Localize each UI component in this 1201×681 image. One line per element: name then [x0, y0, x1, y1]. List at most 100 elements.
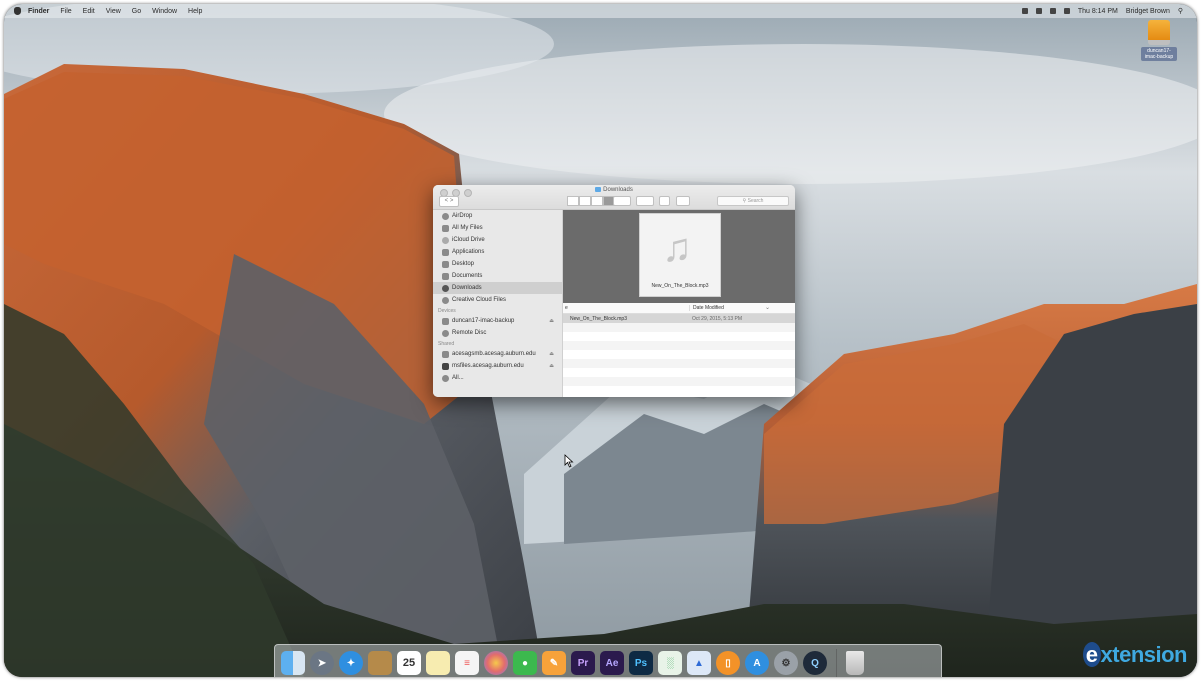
- icon-view-button[interactable]: [567, 196, 579, 206]
- list-view-button[interactable]: [579, 196, 591, 206]
- menu-file[interactable]: File: [60, 8, 71, 15]
- finder-titlebar[interactable]: Downloads < > ⚲ Search: [433, 185, 795, 210]
- dock-premiere-icon[interactable]: Pr: [571, 651, 595, 675]
- dock-facetime-icon[interactable]: ●: [513, 651, 537, 675]
- window-title: Downloads: [433, 187, 795, 193]
- file-row[interactable]: New_On_The_Block.mp3 Oct 29, 2015, 5:13 …: [563, 314, 795, 323]
- menu-edit[interactable]: Edit: [83, 8, 95, 15]
- eject-icon[interactable]: ⏏: [549, 351, 554, 357]
- search-field[interactable]: ⚲ Search: [717, 196, 789, 206]
- dock-photos-icon[interactable]: [484, 651, 508, 675]
- empty-row: [563, 341, 795, 350]
- tags-button[interactable]: [676, 196, 690, 206]
- extension-logo-mark: e: [1082, 642, 1101, 667]
- desktop-drive-label: duncan17-imac-backup: [1141, 47, 1177, 61]
- dock-safari-icon[interactable]: ✦: [339, 651, 363, 675]
- sidebar-item-airdrop[interactable]: AirDrop: [433, 210, 562, 222]
- dock: ➤ ✦ 25 ≡ ● ✎ Pr Ae Ps ░ ▲ ▯ A ⚙ Q: [274, 644, 942, 677]
- empty-row: [563, 332, 795, 341]
- sidebar-item-all-network[interactable]: All...: [433, 372, 562, 384]
- chevron-down-icon[interactable]: ⌄: [765, 304, 770, 311]
- file-list-header: e Date Modified ⌄: [563, 303, 795, 314]
- dock-app-store-icon[interactable]: A: [745, 651, 769, 675]
- empty-row: [563, 359, 795, 368]
- finder-content: ♫ New_On_The_Block.mp3 e Date Modified ⌄…: [563, 210, 795, 397]
- cloud-icon: [442, 236, 449, 244]
- server-icon: [442, 362, 449, 370]
- desktop-icon: [442, 260, 449, 268]
- sidebar-item-remote-disc[interactable]: Remote Disc: [433, 327, 562, 339]
- sidebar-header-shared: Shared: [438, 341, 455, 347]
- applications-icon: [442, 248, 449, 256]
- dock-after-effects-icon[interactable]: Ae: [600, 651, 624, 675]
- column-name-header[interactable]: e: [565, 305, 568, 311]
- cover-flow-preview[interactable]: ♫ New_On_The_Block.mp3: [563, 210, 795, 303]
- dock-ibooks-icon[interactable]: ▯: [716, 651, 740, 675]
- airdrop-icon: [442, 212, 449, 220]
- apple-icon[interactable]: [14, 7, 21, 15]
- menu-view[interactable]: View: [106, 8, 121, 15]
- action-gear-button[interactable]: [636, 196, 654, 206]
- column-date-header[interactable]: Date Modified: [689, 305, 773, 311]
- documents-icon: [442, 272, 449, 280]
- battery-icon[interactable]: [1063, 8, 1070, 14]
- desktop-drive-icon[interactable]: duncan17-imac-backup: [1141, 20, 1177, 61]
- column-view-button[interactable]: [591, 196, 603, 206]
- sidebar-item-documents[interactable]: Documents: [433, 270, 562, 282]
- server-icon: [442, 350, 449, 358]
- dock-pages-icon[interactable]: ✎: [542, 651, 566, 675]
- dock-contacts-icon[interactable]: [368, 651, 392, 675]
- file-thumbnail[interactable]: ♫ New_On_The_Block.mp3: [639, 213, 721, 297]
- menu-go[interactable]: Go: [132, 8, 141, 15]
- menu-app-finder[interactable]: Finder: [28, 8, 49, 15]
- dock-system-preferences-icon[interactable]: ⚙: [774, 651, 798, 675]
- status-icon[interactable]: [1021, 8, 1028, 14]
- external-drive-icon: [1148, 20, 1170, 45]
- sidebar-item-icloud-drive[interactable]: iCloud Drive: [433, 234, 562, 246]
- volume-icon[interactable]: [1049, 8, 1056, 14]
- all-files-icon: [442, 224, 449, 232]
- creative-cloud-icon: [442, 296, 449, 304]
- sidebar-item-server-msfiles[interactable]: msfiles.acesag.auburn.edu ⏏: [433, 360, 562, 372]
- empty-row: [563, 350, 795, 359]
- dock-launchpad-icon[interactable]: ➤: [310, 651, 334, 675]
- sidebar-item-applications[interactable]: Applications: [433, 246, 562, 258]
- sidebar-item-creative-cloud[interactable]: Creative Cloud Files: [433, 294, 562, 306]
- menu-window[interactable]: Window: [152, 8, 177, 15]
- file-name: New_On_The_Block.mp3: [570, 316, 627, 322]
- desktop: Finder File Edit View Go Window Help Thu…: [4, 4, 1197, 677]
- disc-icon: [442, 329, 449, 337]
- dock-quicktime-icon[interactable]: Q: [803, 651, 827, 675]
- dock-photoshop-icon[interactable]: Ps: [629, 651, 653, 675]
- dock-trash-icon[interactable]: [846, 651, 864, 675]
- sidebar-item-downloads[interactable]: Downloads: [433, 282, 562, 294]
- wifi-icon[interactable]: [1035, 8, 1042, 14]
- sidebar-item-server-acesagsmb[interactable]: acesagsmb.acesag.auburn.edu ⏏: [433, 348, 562, 360]
- eject-icon[interactable]: ⏏: [549, 363, 554, 369]
- share-button[interactable]: [659, 196, 670, 206]
- toolbar: < > ⚲ Search: [433, 196, 795, 207]
- empty-row: [563, 323, 795, 332]
- arrange-button[interactable]: [613, 196, 631, 206]
- sidebar-item-desktop[interactable]: Desktop: [433, 258, 562, 270]
- sidebar-item-all-my-files[interactable]: All My Files: [433, 222, 562, 234]
- dock-finder-icon[interactable]: [281, 651, 305, 675]
- extension-watermark-logo: e xtension: [1082, 642, 1188, 668]
- sidebar-item-backup-drive[interactable]: duncan17-imac-backup ⏏: [433, 315, 562, 327]
- view-mode-buttons[interactable]: [567, 196, 615, 206]
- dock-keynote-icon[interactable]: ▲: [687, 651, 711, 675]
- file-list: New_On_The_Block.mp3 Oct 29, 2015, 5:13 …: [563, 314, 795, 386]
- eject-icon[interactable]: ⏏: [549, 318, 554, 324]
- dock-calendar-icon[interactable]: 25: [397, 651, 421, 675]
- spotlight-icon[interactable]: ⚲: [1178, 7, 1183, 15]
- dock-notes-icon[interactable]: [426, 651, 450, 675]
- menu-help[interactable]: Help: [188, 8, 202, 15]
- finder-window[interactable]: Downloads < > ⚲ Search AirDrop All My Fi…: [433, 185, 795, 397]
- drive-icon: [442, 317, 449, 325]
- menu-clock[interactable]: Thu 8:14 PM: [1078, 8, 1118, 15]
- menu-user[interactable]: Bridget Brown: [1126, 8, 1170, 15]
- dock-reminders-icon[interactable]: ≡: [455, 651, 479, 675]
- network-icon: [442, 374, 449, 382]
- dock-numbers-icon[interactable]: ░: [658, 651, 682, 675]
- back-forward-buttons[interactable]: < >: [439, 196, 459, 207]
